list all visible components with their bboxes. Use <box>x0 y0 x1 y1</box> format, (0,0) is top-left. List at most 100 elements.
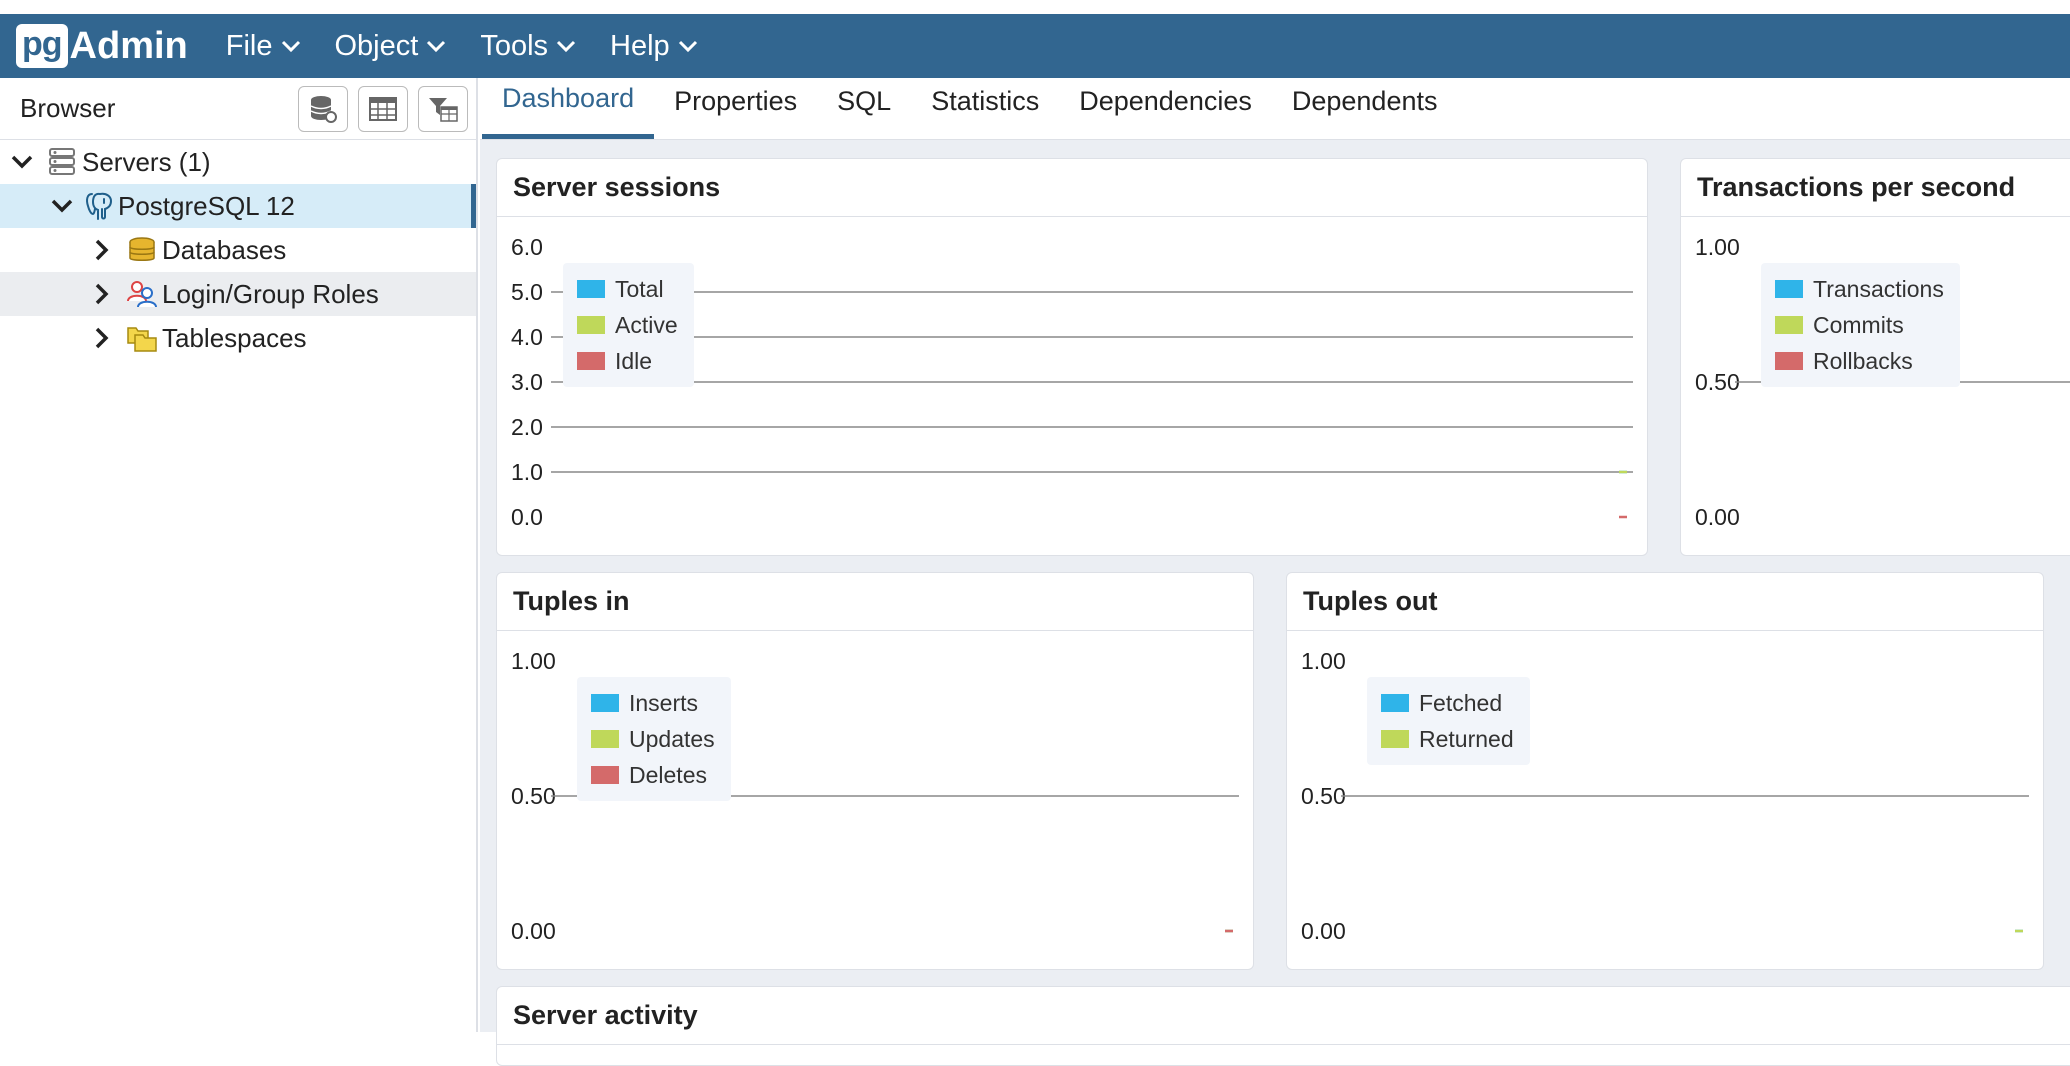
filtered-rows-button[interactable] <box>418 86 468 132</box>
y-tick-label: 0.50 <box>1695 369 1740 395</box>
filter-table-icon <box>429 98 458 122</box>
legend-swatch <box>1381 730 1409 748</box>
legend-label: Fetched <box>1419 689 1503 716</box>
legend-item-deletes: Deletes <box>591 757 715 793</box>
top-band <box>0 0 2070 14</box>
legend-item-commits: Commits <box>1775 307 1944 343</box>
tree-label: Servers (1) <box>82 146 211 177</box>
tuples-in-card: Tuples in 1.00 0.50 0.00 Inserts Updates Del… <box>496 572 1254 970</box>
menu-object-label: Object <box>334 29 419 62</box>
legend-swatch <box>1775 316 1803 334</box>
card-title: Server sessions <box>497 159 1647 217</box>
menu-tools[interactable]: Tools <box>480 30 576 63</box>
card-title: Tuples in <box>497 573 1253 631</box>
legend-swatch <box>591 766 619 784</box>
legend-label: Inserts <box>629 689 699 716</box>
tree-item-login-group-roles[interactable]: Login/Group Roles <box>0 272 476 316</box>
browser-header: Browser <box>0 78 476 140</box>
chevron-down-icon <box>678 40 697 53</box>
legend-label: Idle <box>615 347 653 374</box>
y-tick-label: 0.50 <box>511 783 556 809</box>
tab-bar: Dashboard Properties SQL Statistics Depe… <box>480 78 2070 140</box>
y-tick-label: 0.00 <box>1695 504 1740 530</box>
transactions-per-second-card: Transactions per second 1.00 0.50 0.00 Tra… <box>1680 158 2070 556</box>
tab-properties[interactable]: Properties <box>654 77 817 139</box>
tree-item-databases[interactable]: Databases <box>0 228 476 272</box>
query-tool-button[interactable] <box>298 86 348 132</box>
legend-swatch <box>1775 352 1803 370</box>
y-tick-label: 0.50 <box>1301 783 1346 809</box>
chevron-down-icon[interactable] <box>50 194 74 218</box>
legend-label: Total <box>615 275 664 302</box>
tree-label: Login/Group Roles <box>162 278 379 309</box>
legend-label: Commits <box>1813 311 1904 338</box>
chart-legend: Inserts Updates Deletes <box>577 677 731 801</box>
y-tick-label: 1.00 <box>1301 648 1346 674</box>
legend-label: Rollbacks <box>1813 347 1913 374</box>
legend-swatch <box>591 694 619 712</box>
tree-label: PostgreSQL 12 <box>118 190 295 221</box>
browser-toolbar <box>288 86 468 132</box>
tree-label: Databases <box>162 234 287 265</box>
navbar: pg Admin File Object Tools Help <box>0 14 2070 78</box>
main-panel: Dashboard Properties SQL Statistics Depe… <box>480 78 2070 1066</box>
pgadmin-logo: pg Admin <box>16 14 188 78</box>
legend-label: Updates <box>629 725 715 752</box>
y-tick-label: 4.0 <box>511 324 543 350</box>
menu-file[interactable]: File <box>226 30 301 63</box>
chevron-down-icon <box>556 40 576 53</box>
chart-legend: Total Active Idle <box>563 263 694 387</box>
legend-item-updates: Updates <box>591 721 715 757</box>
y-tick-label: 3.0 <box>511 369 543 395</box>
legend-swatch <box>577 316 605 334</box>
legend-swatch <box>577 352 605 370</box>
logo-text: Admin <box>69 24 188 67</box>
y-tick-label: 0.00 <box>1301 918 1346 944</box>
tree-item-postgresql-12[interactable]: PostgreSQL 12 <box>0 184 476 228</box>
tab-dependencies[interactable]: Dependencies <box>1059 77 1272 139</box>
chevron-down-icon <box>281 40 300 53</box>
y-tick-label: 6.0 <box>511 234 543 260</box>
database-query-icon <box>310 96 337 123</box>
tab-sql[interactable]: SQL <box>817 77 911 139</box>
browser-panel: Browser Servers (1) PostgreSQL 12 Databa… <box>0 78 478 1032</box>
tree-label: Tablespaces <box>162 322 307 353</box>
table-icon <box>369 97 397 121</box>
view-data-button[interactable] <box>358 86 408 132</box>
menu-tools-label: Tools <box>480 29 549 62</box>
main-menu: File Object Tools Help <box>226 30 732 63</box>
tree-item-tablespaces[interactable]: Tablespaces <box>0 316 476 360</box>
y-tick-label: 5.0 <box>511 279 543 305</box>
legend-swatch <box>1381 694 1409 712</box>
postgresql-elephant-icon <box>84 190 116 222</box>
tab-dependents[interactable]: Dependents <box>1272 77 1458 139</box>
chevron-right-icon[interactable] <box>90 326 114 350</box>
card-title: Tuples out <box>1287 573 2043 631</box>
servers-icon <box>46 146 78 178</box>
menu-help-label: Help <box>610 29 670 62</box>
y-tick-label: 2.0 <box>511 414 543 440</box>
chevron-down-icon[interactable] <box>10 150 34 174</box>
legend-label: Deletes <box>629 761 707 788</box>
y-tick-label: 0.0 <box>511 504 543 530</box>
chevron-right-icon[interactable] <box>90 238 114 262</box>
legend-item-active: Active <box>577 307 678 343</box>
menu-object[interactable]: Object <box>335 30 447 63</box>
legend-label: Transactions <box>1813 275 1944 302</box>
tab-dashboard[interactable]: Dashboard <box>482 77 655 139</box>
browser-title: Browser <box>20 93 116 123</box>
chevron-right-icon[interactable] <box>90 282 114 306</box>
legend-swatch <box>591 730 619 748</box>
legend-item-total: Total <box>577 271 678 307</box>
chevron-down-icon <box>427 40 446 53</box>
menu-help[interactable]: Help <box>610 30 698 63</box>
tab-statistics[interactable]: Statistics <box>911 77 1059 139</box>
y-tick-label: 1.00 <box>511 648 556 674</box>
legend-label: Active <box>615 311 678 338</box>
legend-swatch <box>1775 280 1803 298</box>
legend-item-inserts: Inserts <box>591 685 715 721</box>
legend-swatch <box>577 280 605 298</box>
legend-item-transactions: Transactions <box>1775 271 1944 307</box>
databases-icon <box>126 234 158 266</box>
tree-item-servers[interactable]: Servers (1) <box>0 140 476 184</box>
